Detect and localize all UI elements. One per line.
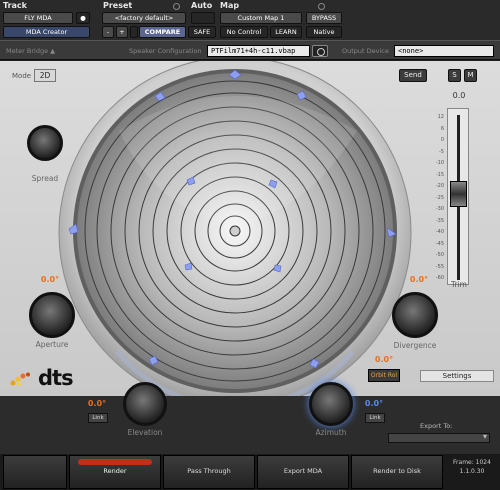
frame-size: Frame: 1024 (453, 459, 491, 466)
meter-bridge-toggle[interactable]: Meter Bridge ▲ (6, 47, 55, 55)
meter-tick: -15 (435, 171, 444, 178)
meter-tick: 6 (440, 125, 444, 132)
lower-controls: 0.0° Link Elevation Azimuth 0.0° Link Ex… (0, 382, 500, 454)
azimuth-link-button[interactable]: Link (365, 413, 385, 423)
preset-previous-button[interactable]: - (102, 26, 114, 38)
elevation-link-button[interactable]: Link (88, 413, 108, 423)
meter-tick: -35 (435, 217, 444, 224)
spread-knob[interactable] (27, 125, 63, 161)
divergence-value: 0.0° (409, 275, 429, 284)
fader-cap[interactable] (450, 181, 467, 207)
mode-select[interactable]: 2D (34, 69, 56, 82)
aperture-label: Aperture (35, 340, 69, 349)
dts-logo-text: dts (38, 366, 74, 390)
dts-logo: dts (10, 366, 80, 390)
track-name-selector[interactable]: FLY MDA (3, 12, 73, 24)
panner-panel: Mode 2D Send S M 0.0 12 6 0 -5 -10 -15 -… (0, 61, 500, 410)
native-indicator: Native (306, 26, 342, 38)
solo-button[interactable]: S (448, 69, 461, 82)
preset-selector[interactable]: <factory default> (102, 12, 186, 24)
meter-tick: -30 (435, 206, 444, 212)
transport-footer: Render Pass Through Export MDA Render to… (0, 454, 500, 490)
control-map-selector[interactable]: Custom Map 1 (220, 12, 302, 24)
meter-tick: -45 (435, 240, 444, 247)
spread-label: Spread (31, 174, 59, 183)
version-number: 1.1.0.30 (459, 468, 485, 475)
meter-tick: -55 (435, 263, 444, 270)
safe-button[interactable]: SAFE (188, 26, 216, 38)
meter-tick: -20 (435, 183, 444, 189)
settings-button[interactable]: Settings (420, 370, 494, 382)
bypass-button[interactable]: BYPASS (306, 12, 342, 24)
output-device-label: Output Device (342, 47, 389, 55)
export-to-select[interactable] (388, 432, 490, 443)
divergence-knob[interactable] (392, 292, 438, 338)
divergence-label: Divergence (393, 341, 437, 350)
pass-through-button[interactable]: Pass Through (163, 455, 255, 489)
meter-tick: -50 (435, 252, 444, 258)
azimuth-value: 0.0° (364, 399, 384, 408)
mute-button[interactable]: M (464, 69, 477, 82)
export-mda-button[interactable]: Export MDA (257, 455, 349, 489)
spatial-panner-display[interactable] (57, 61, 413, 423)
output-device-select[interactable]: <none> (394, 45, 494, 57)
orbit-value: 0.0° (374, 355, 394, 364)
meter-tick: 12 (437, 114, 444, 120)
map-section-label: Map (220, 1, 240, 10)
meter-tick: 0 (440, 137, 444, 143)
preset-copy-icon[interactable] (130, 26, 138, 38)
trim-label: Trim (451, 280, 467, 289)
no-control-button[interactable]: No Control (220, 26, 268, 38)
aperture-value: 0.0° (40, 275, 60, 284)
speaker-config-select[interactable]: PTFilm71+4h-c11.vbap (207, 45, 310, 57)
elevation-value: 0.0° (87, 399, 107, 408)
speaker-config-label: Speaker Configuration (129, 47, 202, 55)
map-settings-icon[interactable] (318, 3, 325, 10)
preset-section-label: Preset (103, 1, 133, 10)
meter-tick: -25 (435, 194, 444, 201)
automation-icon[interactable] (191, 12, 215, 24)
view-speakers-icon[interactable] (312, 45, 328, 57)
footer-spacer-button (3, 455, 67, 489)
frame-info: Frame: 1024 1.1.0.30 (446, 458, 498, 476)
compare-button[interactable]: COMPARE (139, 26, 186, 38)
track-record-toggle[interactable]: ● (76, 12, 90, 24)
azimuth-knob[interactable] (309, 382, 353, 426)
trim-value: 0.0 (452, 91, 466, 100)
elevation-knob[interactable] (123, 382, 167, 426)
auto-section-label: Auto (191, 1, 213, 10)
trim-fader[interactable] (447, 108, 469, 285)
send-button[interactable]: Send (399, 69, 427, 82)
meter-tick: -5 (439, 148, 444, 155)
preset-settings-icon[interactable] (173, 3, 180, 10)
learn-button[interactable]: LEARN (270, 26, 302, 38)
dts-logo-mark (10, 372, 30, 386)
aperture-knob[interactable] (29, 292, 75, 338)
plugin-selector[interactable]: MDA Creator (3, 26, 90, 38)
render-button[interactable]: Render (69, 455, 161, 489)
export-to-label: Export To: (420, 422, 453, 430)
render-to-disk-button[interactable]: Render to Disk (351, 455, 443, 489)
azimuth-label: Azimuth (315, 428, 347, 437)
mode-label: Mode (12, 72, 32, 80)
elevation-label: Elevation (127, 428, 163, 437)
preset-next-button[interactable]: + (116, 26, 128, 38)
track-section-label: Track (3, 1, 27, 10)
meter-bridge-bar: Meter Bridge ▲ Speaker Configuration PTF… (0, 40, 500, 60)
plugin-header: Track Preset Auto Map FLY MDA ● MDA Crea… (0, 0, 500, 40)
meter-tick: -10 (435, 160, 444, 166)
meter-tick: -40 (435, 229, 444, 235)
orbit-roll-button[interactable]: Orbit Rol (368, 369, 400, 382)
